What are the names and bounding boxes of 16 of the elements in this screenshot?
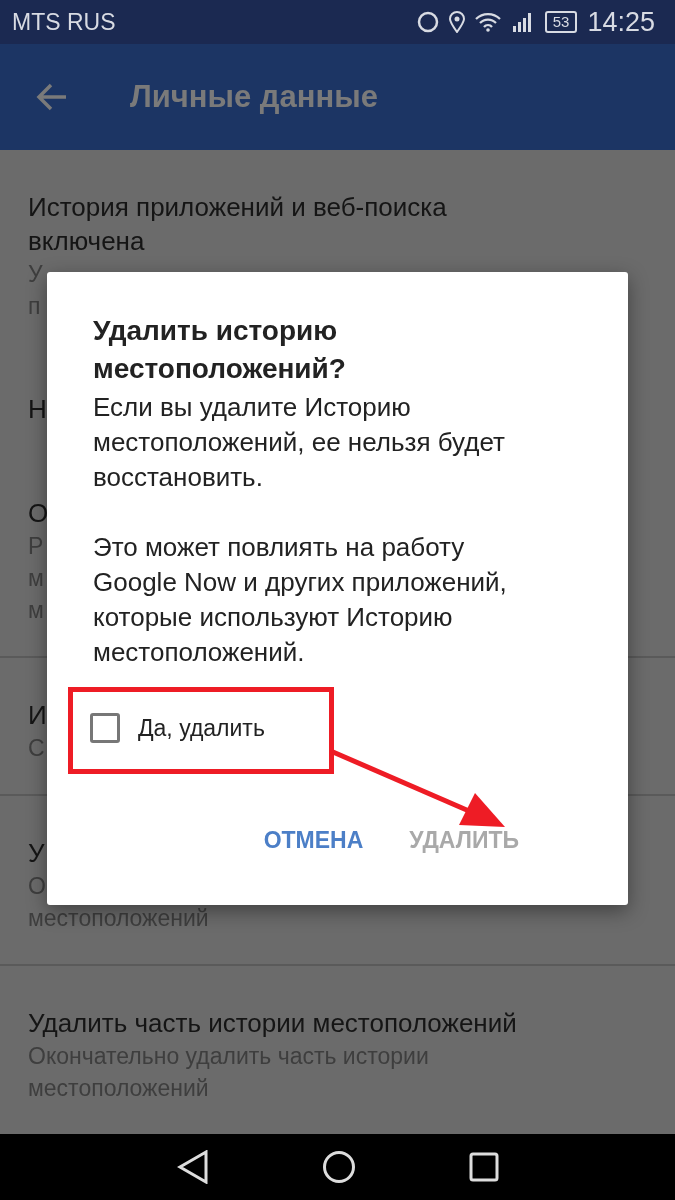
dialog-message: Если вы удалите Историю местоположений, ее нельзя будет восстановить. <box>93 391 506 494</box>
carrier-name: MTS RUS <box>12 8 117 36</box>
screen-title: Личные данные <box>130 79 378 116</box>
dialog-message: Это может повлиять на работу Google Now и других приложений, которые используют Историю местоположений. <box>93 531 508 669</box>
setting-title: Н <box>28 393 47 427</box>
confirm-checkbox[interactable]: Да, удалить <box>90 713 265 743</box>
dialog-title: Удалить историю местоположений? <box>93 314 347 386</box>
setting-title: У <box>28 837 45 871</box>
setting-title: И <box>28 699 47 733</box>
battery-level: 53 <box>544 11 578 34</box>
dialog-button[interactable]: ОТМЕНА <box>263 827 364 854</box>
setting-title: включена <box>28 225 145 259</box>
setting-title: О <box>28 497 49 531</box>
setting-title: История приложений и веб-поиска <box>28 191 447 225</box>
setting-title: Удалить часть истории местоположений <box>28 1007 517 1041</box>
clock-time: 14:25 <box>587 6 655 38</box>
